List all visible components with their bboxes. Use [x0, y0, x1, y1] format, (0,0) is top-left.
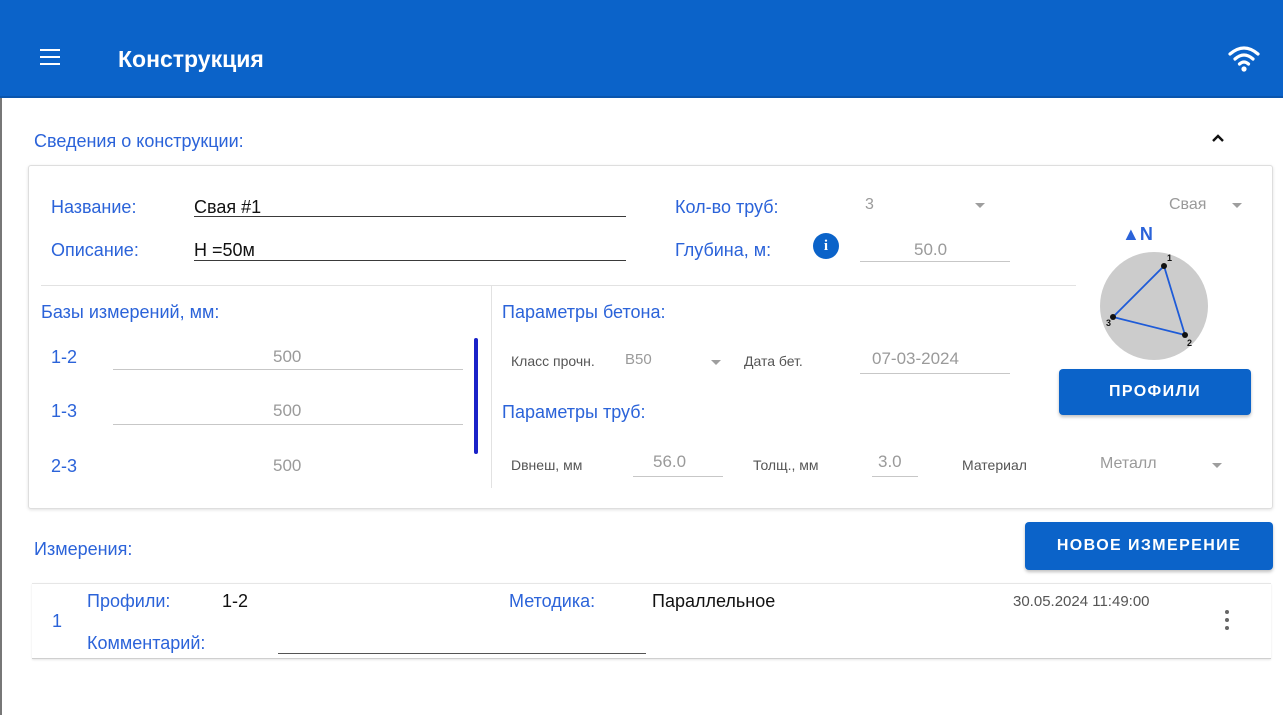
diagram-label-2: 2: [1187, 338, 1192, 348]
north-label: ▲N: [1122, 224, 1153, 244]
chevron-up-icon[interactable]: [1211, 133, 1225, 143]
date-underline: [860, 373, 1010, 374]
comment-field[interactable]: [278, 653, 646, 654]
date-field[interactable]: 07-03-2024: [872, 349, 959, 369]
base-label-2-3: 2-3: [51, 456, 78, 476]
base-value-2-3[interactable]: 500: [273, 456, 301, 476]
menu-icon[interactable]: [40, 49, 60, 67]
pipes-count-select[interactable]: 3: [865, 196, 874, 214]
description-field[interactable]: H =50м: [194, 240, 255, 261]
diagram-label-1: 1: [1167, 253, 1172, 263]
base-underline-1-3: [113, 424, 463, 425]
method-label: Методика:: [509, 591, 596, 611]
base-label-1-3: 1-3: [51, 401, 78, 421]
class-select[interactable]: B50: [625, 351, 652, 368]
measurement-datetime: 30.05.2024 11:49:00: [1013, 593, 1150, 610]
diagram-point-1: [1161, 263, 1167, 269]
diagram-label-3: 3: [1106, 318, 1111, 328]
pipes-title: Параметры труб:: [502, 402, 646, 422]
bases-scrollbar[interactable]: [474, 338, 478, 454]
depth-label: Глубина, м:: [675, 240, 772, 260]
depth-field[interactable]: 50.0: [914, 240, 947, 260]
class-dropdown-icon[interactable]: [711, 360, 721, 365]
type-dropdown-icon[interactable]: [1232, 203, 1242, 208]
base-label-1-2: 1-2: [51, 347, 78, 367]
name-underline: [194, 216, 626, 217]
pipes-dropdown-icon[interactable]: [975, 203, 985, 208]
base-value-1-3[interactable]: 500: [273, 401, 301, 421]
measurements-title: Измерения:: [34, 539, 133, 559]
profiles-button[interactable]: ПРОФИЛИ: [1059, 369, 1251, 415]
dout-underline: [633, 476, 723, 477]
comment-label: Комментарий:: [87, 633, 206, 653]
dout-label: Dвнеш, мм: [511, 457, 583, 473]
measurement-index: 1: [52, 611, 63, 631]
measurement-row[interactable]: 1 Профили: 1-2 Методика: Параллельное 30…: [32, 583, 1271, 659]
depth-underline: [860, 261, 1010, 262]
info-icon[interactable]: i: [813, 233, 839, 259]
profiles-value: 1-2: [222, 591, 249, 611]
pipes-count-label: Кол-во труб:: [675, 197, 779, 217]
name-field[interactable]: Свая #1: [194, 197, 261, 218]
more-options-icon[interactable]: [1225, 610, 1229, 630]
thickness-field[interactable]: 3.0: [878, 452, 902, 472]
base-underline-1-2: [113, 369, 463, 370]
section-title: Сведения о конструкции:: [34, 131, 244, 151]
new-measurement-button[interactable]: НОВОЕ ИЗМЕРЕНИЕ: [1025, 522, 1273, 570]
bases-title: Базы измерений, мм:: [41, 302, 220, 322]
base-value-1-2[interactable]: 500: [273, 347, 301, 367]
name-label: Название:: [51, 197, 137, 217]
date-label: Дата бет.: [744, 353, 803, 369]
method-value: Параллельное: [652, 591, 776, 611]
app-header: Конструкция: [0, 0, 1283, 98]
thickness-label: Толщ., мм: [753, 457, 819, 473]
column-divider: [491, 285, 492, 488]
construction-card: Название: Свая #1 Описание: H =50м Кол-в…: [28, 165, 1273, 509]
material-dropdown-icon[interactable]: [1212, 463, 1222, 468]
profiles-label: Профили:: [87, 591, 171, 611]
class-label: Класс прочн.: [511, 353, 595, 369]
pipe-layout-diagram: 1 2 3: [1100, 252, 1208, 360]
left-border: [0, 96, 2, 715]
material-select[interactable]: Металл: [1100, 455, 1157, 473]
description-label: Описание:: [51, 240, 139, 260]
page-title: Конструкция: [118, 46, 264, 72]
wifi-icon: [1228, 46, 1260, 72]
type-select[interactable]: Свая: [1169, 196, 1206, 214]
section-divider: [41, 285, 1076, 286]
thickness-underline: [872, 476, 918, 477]
concrete-title: Параметры бетона:: [502, 302, 666, 322]
description-underline: [194, 260, 626, 261]
material-label: Материал: [962, 457, 1027, 473]
dout-field[interactable]: 56.0: [653, 452, 686, 472]
